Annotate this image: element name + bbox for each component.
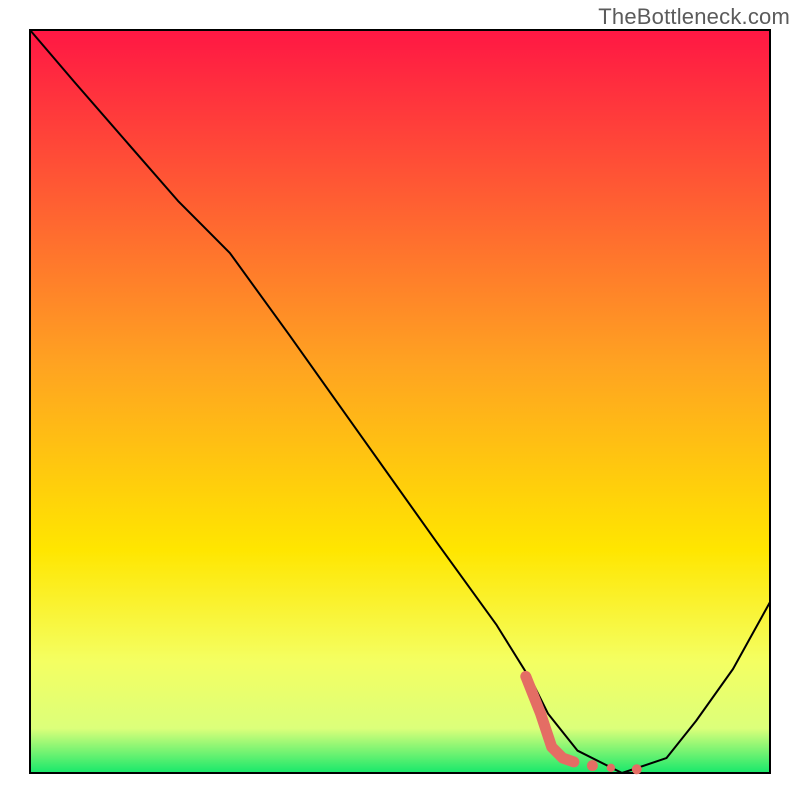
pink-dot-1 <box>587 760 598 771</box>
plot-area <box>30 30 770 773</box>
pink-dot-2 <box>607 764 615 772</box>
watermark-text: TheBottleneck.com <box>598 4 790 30</box>
chart-svg <box>0 0 800 800</box>
pink-dot-3 <box>632 764 642 774</box>
chart-container: TheBottleneck.com <box>0 0 800 800</box>
